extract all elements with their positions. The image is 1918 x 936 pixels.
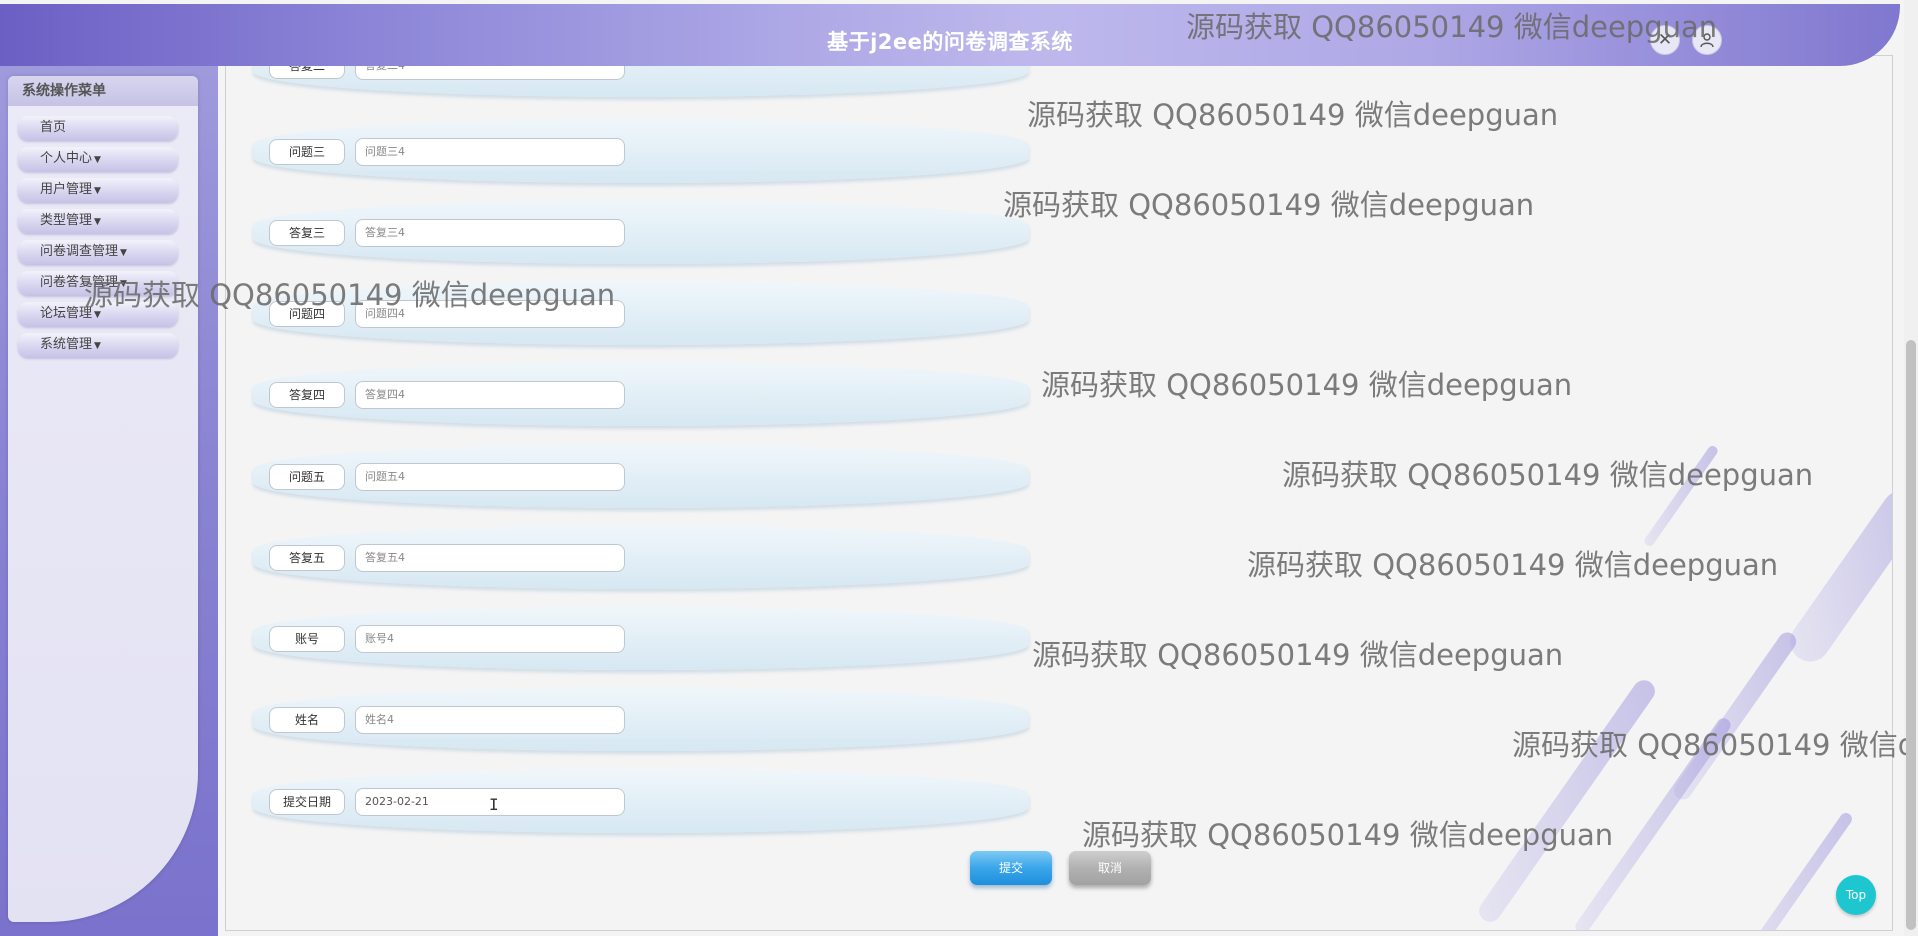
caret-down-icon: ▼ <box>94 310 101 320</box>
sidebar-item[interactable]: 类型管理 ▼ <box>18 209 178 233</box>
sidebar: 系统操作菜单 首页 个人中心 ▼ 用户管理 ▼ 类型管理 ▼ 问卷调查管理 ▼ 问卷答复管理 ▼ 论坛… <box>0 66 218 936</box>
form-row: 问题三 问题三4 <box>253 119 1029 183</box>
field-input[interactable]: 答复五4 <box>355 544 625 572</box>
menu-panel: 系统操作菜单 首页 个人中心 ▼ 用户管理 ▼ 类型管理 ▼ 问卷调查管理 ▼ 问卷答复管理 ▼ 论坛… <box>8 76 198 922</box>
field-label: 答复三 <box>269 220 345 246</box>
form-row: 姓名 姓名4 <box>253 687 1029 751</box>
sidebar-item[interactable]: 问卷答复管理 ▼ <box>18 271 178 295</box>
sidebar-item[interactable]: 首页 <box>18 116 178 140</box>
form-row: 答复四 答复四4 <box>253 362 1029 426</box>
field-label: 问题五 <box>269 464 345 490</box>
cancel-button[interactable]: 取消 <box>1069 851 1151 885</box>
back-to-top-button[interactable]: Top <box>1836 875 1876 915</box>
field-label: 答复五 <box>269 545 345 571</box>
form-row: 问题四 问题四4 <box>253 281 1029 345</box>
form-row: 问题五 问题五4 <box>253 444 1029 508</box>
field-input[interactable]: 答复三4 <box>355 219 625 247</box>
decor-streak <box>1782 482 1892 670</box>
sidebar-item[interactable]: 问卷调查管理 ▼ <box>18 240 178 264</box>
field-label: 提交日期 <box>269 789 345 815</box>
sidebar-item-label: 论坛管理 <box>40 306 93 321</box>
form-row: 账号 账号4 <box>253 606 1029 670</box>
submit-button[interactable]: 提交 <box>970 851 1052 885</box>
sidebar-item[interactable]: 用户管理 ▼ <box>18 178 178 202</box>
logout-icon[interactable]: ✕ <box>1650 25 1680 55</box>
sidebar-item-label: 首页 <box>40 120 67 135</box>
caret-down-icon: ▼ <box>120 279 127 289</box>
decor-streak <box>1729 810 1855 930</box>
caret-down-icon: ▼ <box>94 186 101 196</box>
caret-down-icon: ▼ <box>94 341 101 351</box>
decor-streak <box>1642 443 1720 549</box>
menu-title: 系统操作菜单 <box>8 76 198 106</box>
field-label: 问题四 <box>269 301 345 327</box>
sidebar-item[interactable]: 系统管理 ▼ <box>18 333 178 357</box>
decor-streak <box>1474 675 1660 927</box>
sidebar-item-label: 类型管理 <box>40 213 93 228</box>
field-label: 问题三 <box>269 139 345 165</box>
field-input[interactable]: 问题五4 <box>355 463 625 491</box>
sidebar-item-label: 系统管理 <box>40 337 93 352</box>
main-content: 答复二答复二4问题三问题三4答复三答复三4问题四问题四4答复四答复四4问题五问题… <box>225 55 1893 931</box>
sidebar-item[interactable]: 个人中心 ▼ <box>18 147 178 171</box>
field-input[interactable]: 问题三4 <box>355 138 625 166</box>
sidebar-item-label: 个人中心 <box>40 151 93 166</box>
field-label: 答复四 <box>269 382 345 408</box>
field-input[interactable]: 答复四4 <box>355 381 625 409</box>
caret-down-icon: ▼ <box>120 248 127 258</box>
top-header: 基于j2ee的问卷调查系统 ✕ <box>0 4 1900 66</box>
menu-list: 首页 个人中心 ▼ 用户管理 ▼ 类型管理 ▼ 问卷调查管理 ▼ 问卷答复管理 ▼ 论坛管理 ▼ 系统管理… <box>8 106 198 357</box>
sidebar-item-label: 问卷答复管理 <box>40 275 119 290</box>
form-row: 提交日期 2023-02-21 <box>253 769 1029 833</box>
sidebar-item[interactable]: 论坛管理 ▼ <box>18 302 178 326</box>
field-input[interactable]: 账号4 <box>355 625 625 653</box>
scrollbar-thumb[interactable] <box>1906 340 1916 930</box>
text-cursor-icon: I <box>489 795 499 814</box>
sidebar-item-label: 问卷调查管理 <box>40 244 119 259</box>
user-icon[interactable] <box>1692 25 1722 55</box>
field-input[interactable]: 问题四4 <box>355 300 625 328</box>
form-row: 答复五 答复五4 <box>253 525 1029 589</box>
sidebar-item-label: 用户管理 <box>40 182 93 197</box>
field-label: 姓名 <box>269 707 345 733</box>
form-row: 答复三 答复三4 <box>253 200 1029 264</box>
caret-down-icon: ▼ <box>94 155 101 165</box>
field-label: 账号 <box>269 626 345 652</box>
field-input[interactable]: 姓名4 <box>355 706 625 734</box>
app-title: 基于j2ee的问卷调查系统 <box>827 30 1073 54</box>
caret-down-icon: ▼ <box>94 217 101 227</box>
